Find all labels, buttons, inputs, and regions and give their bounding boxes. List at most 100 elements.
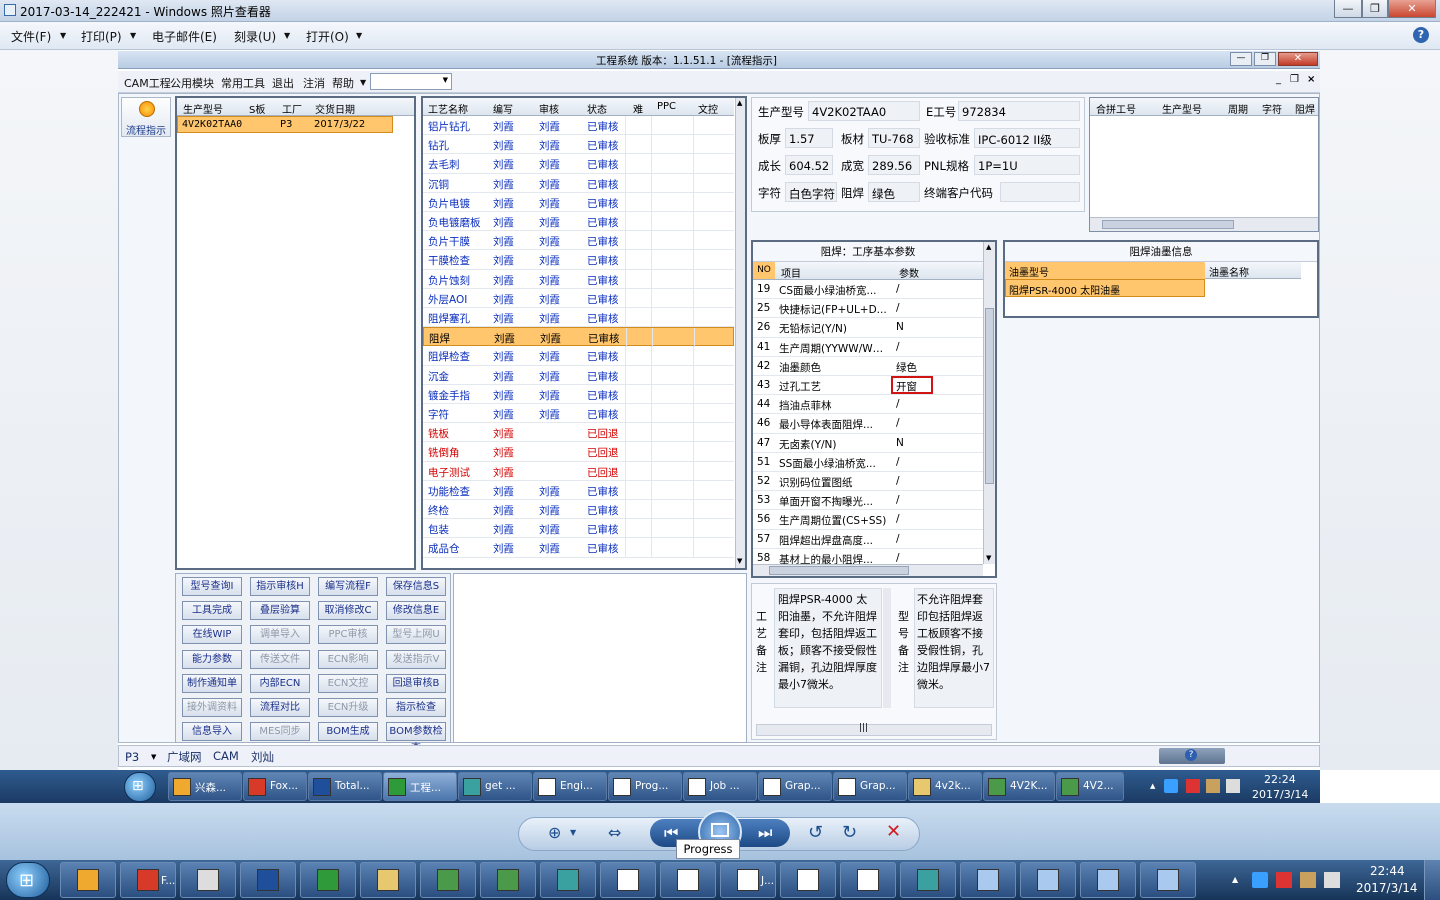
action-button[interactable]: 取消修改C — [318, 601, 378, 621]
table-row[interactable]: 25 快捷标记(FP+UL+D... / — [753, 299, 983, 319]
col-merge-legend[interactable]: 字符 — [1262, 101, 1282, 116]
taskbar-item[interactable] — [840, 862, 896, 898]
taskbar-item[interactable] — [60, 862, 116, 898]
col-merge-period[interactable]: 周期 — [1228, 101, 1248, 116]
taskbar-item[interactable] — [480, 862, 536, 898]
col-reviewer[interactable]: 审核 — [539, 101, 559, 116]
display-tray-icon[interactable] — [1324, 872, 1340, 888]
taskbar-item[interactable] — [600, 862, 656, 898]
menu-help[interactable]: 帮助 — [332, 75, 354, 91]
flag-tray-icon[interactable] — [1276, 872, 1292, 888]
action-button[interactable]: ECN文控 — [318, 673, 378, 693]
action-button[interactable]: 指示检查 — [386, 698, 446, 717]
taskbar-item[interactable]: 4v2k... — [908, 772, 982, 801]
col-difficulty[interactable]: 难 — [633, 101, 643, 116]
process-scrollbar[interactable]: ▲ ▼ — [735, 98, 745, 568]
scroll-thumb[interactable] — [985, 308, 994, 484]
action-button[interactable]: 回退审核B — [386, 673, 446, 693]
mdi-close-button[interactable]: × — [1307, 74, 1315, 85]
table-row[interactable]: 功能检查 刘霞 刘霞 已审核 — [423, 480, 734, 500]
delete-icon[interactable]: ✕ — [886, 821, 901, 842]
taskbar-item[interactable]: 工程... — [383, 772, 457, 801]
menu-tools[interactable]: 常用工具 — [221, 75, 265, 91]
action-button[interactable]: 工具完成 — [182, 601, 242, 621]
taskbar-item[interactable]: Total... — [308, 772, 382, 801]
scroll-thumb[interactable]: ||| — [859, 723, 868, 733]
table-row[interactable]: 外层AOI 刘霞 刘霞 已审核 — [423, 288, 734, 308]
help-icon[interactable]: ? — [1185, 749, 1197, 761]
table-row[interactable]: 字符 刘霞 刘霞 已审核 — [423, 404, 734, 424]
action-button[interactable]: 型号上网U — [386, 625, 446, 645]
scroll-thumb[interactable] — [769, 566, 909, 575]
col-no[interactable]: NO — [753, 262, 775, 279]
action-button[interactable]: 调单导入 — [250, 625, 310, 645]
scroll-up-icon[interactable]: ▲ — [737, 99, 742, 107]
table-row[interactable]: 41 生产周期(YYWW/WWYY) / — [753, 338, 983, 357]
taskbar-item[interactable] — [900, 862, 956, 898]
table-row[interactable]: 负片干膜 刘霞 刘霞 已审核 — [423, 231, 734, 251]
app-minimize-button[interactable]: — — [1230, 52, 1252, 66]
mdi-restore-button[interactable]: ❐ — [1290, 74, 1299, 85]
menu-burn[interactable]: 刻录(U) — [234, 28, 276, 45]
scroll-thumb[interactable] — [1102, 220, 1234, 229]
taskbar-item[interactable]: Fox... — [243, 772, 307, 801]
network-tray-icon[interactable] — [1252, 872, 1268, 888]
close-button[interactable]: ✕ — [1388, 0, 1436, 18]
table-row[interactable]: 44 挡油点菲林 / — [753, 395, 983, 415]
table-row[interactable]: 钻孔 刘霞 刘霞 已审核 — [423, 135, 734, 155]
tray-expand-icon[interactable]: ▲ — [1150, 782, 1155, 790]
action-button[interactable]: 型号查询I — [182, 577, 242, 596]
menu-open[interactable]: 打开(O) — [306, 28, 349, 45]
table-row[interactable]: 53 单面开窗不掏曝光... / — [753, 491, 983, 511]
menu-combo[interactable]: ▼ — [370, 73, 452, 90]
taskbar-item[interactable]: get ... — [458, 772, 532, 801]
note-scrollbar[interactable] — [883, 588, 891, 708]
taskbar-item[interactable] — [300, 862, 356, 898]
table-row[interactable]: 43 过孔工艺 开窗 — [753, 376, 983, 396]
table-row[interactable]: 阻焊塞孔 刘霞 刘霞 已审核 — [423, 308, 734, 328]
taskbar-item[interactable] — [420, 862, 476, 898]
help-icon[interactable]: ? — [1413, 27, 1429, 43]
table-row[interactable]: 包装 刘霞 刘霞 已审核 — [423, 519, 734, 539]
taskbar-item[interactable] — [1080, 862, 1136, 898]
taskbar-item[interactable] — [660, 862, 716, 898]
table-row[interactable]: 沉铜 刘霞 刘霞 已审核 — [423, 173, 734, 193]
display-tray-icon[interactable] — [1226, 779, 1240, 793]
table-row[interactable]: 46 最小导体表面阻焊... / — [753, 414, 983, 434]
ink-row[interactable]: 阻焊PSR-4000 太阳油墨 — [1005, 279, 1205, 297]
language-bar[interactable]: ? — [1159, 748, 1225, 764]
action-button[interactable]: 发送指示V — [386, 649, 446, 669]
taskbar-item[interactable]: Engi... — [533, 772, 607, 801]
taskbar-item[interactable]: Job ... — [683, 772, 757, 801]
param-vscrollbar[interactable]: ▲ ▼ — [983, 242, 995, 564]
merge-hscrollbar[interactable] — [1090, 217, 1318, 231]
menu-public[interactable]: 公用模块 — [170, 75, 214, 91]
action-button[interactable]: MES同步 — [250, 722, 310, 742]
rotate-right-icon[interactable]: ↻ — [842, 822, 857, 843]
action-button[interactable]: 内部ECN — [250, 673, 310, 693]
table-row[interactable]: 镀金手指 刘霞 刘霞 已审核 — [423, 384, 734, 404]
action-button[interactable]: BOM参数检查 — [386, 722, 446, 754]
table-row[interactable]: 去毛刺 刘霞 刘霞 已审核 — [423, 154, 734, 174]
table-row[interactable]: 终检 刘霞 刘霞 已审核 — [423, 500, 734, 520]
action-button[interactable]: 能力参数 — [182, 649, 242, 669]
taskbar-item[interactable]: Prog... — [608, 772, 682, 801]
table-row[interactable]: 57 阻焊超出焊盘高度... / — [753, 530, 983, 549]
nav-flow-indicator[interactable]: 流程指示 — [121, 97, 171, 137]
table-row[interactable]: 阻焊检查 刘霞 刘霞 已审核 — [423, 346, 734, 366]
table-row[interactable]: 42 油墨颜色 绿色 — [753, 357, 983, 376]
menu-file[interactable]: 文件(F) — [11, 28, 51, 45]
action-button[interactable]: 信息导入 — [182, 722, 242, 742]
action-button[interactable]: 指示审核H — [250, 577, 310, 596]
col-s-board[interactable]: S板 — [249, 101, 265, 116]
action-button[interactable]: 编写流程F — [318, 577, 378, 596]
col-param[interactable]: 参数 — [899, 265, 919, 280]
action-button[interactable]: 制作通知单 — [182, 673, 242, 693]
param-hscrollbar[interactable] — [753, 564, 983, 576]
start-button[interactable]: ⊞ — [6, 862, 50, 898]
table-row[interactable]: 负电镀磨板 刘霞 刘霞 已审核 — [423, 212, 734, 232]
tray-expand-icon[interactable]: ▲ — [1232, 875, 1238, 884]
menu-print[interactable]: 打印(P) — [81, 28, 122, 45]
taskbar-item[interactable] — [360, 862, 416, 898]
table-row[interactable]: 51 SS面最小绿油桥宽... / — [753, 453, 983, 472]
